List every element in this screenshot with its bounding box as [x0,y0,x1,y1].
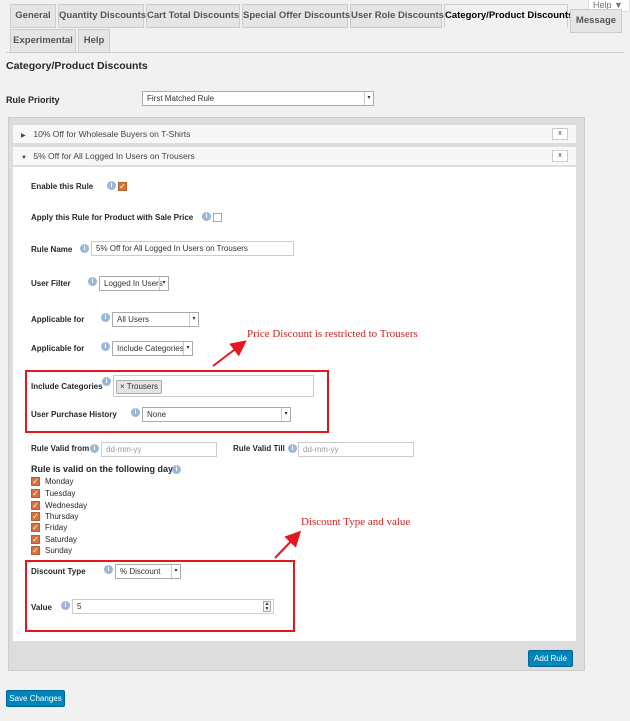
annotation-arrows [212,340,302,559]
save-changes-button[interactable]: Save Changes [6,690,65,707]
arrow-icon [274,530,302,559]
add-rule-button[interactable]: Add Rule [528,650,573,667]
arrow-icon [212,340,247,367]
